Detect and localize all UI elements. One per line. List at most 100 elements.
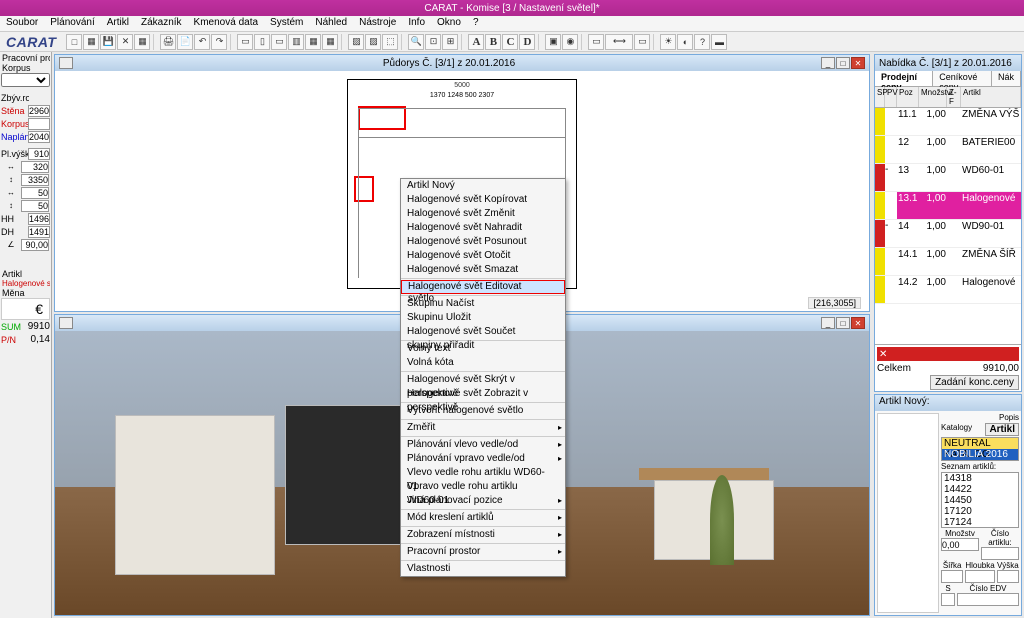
close-icon[interactable]: ✕ [851, 317, 865, 329]
naplan-input[interactable] [28, 131, 50, 143]
menu-kmenova[interactable]: Kmenová data [188, 16, 265, 31]
text-d-btn[interactable]: D [519, 34, 535, 50]
tab-nak[interactable]: Nák [992, 71, 1021, 86]
text-a-btn[interactable]: A [468, 34, 484, 50]
article-code-item[interactable]: 17124 [942, 517, 1018, 528]
arrow-icon[interactable]: ↕ [1, 201, 21, 210]
context-menu-item[interactable]: Plánování vpravo vedle/od [401, 452, 565, 466]
depth-input[interactable] [965, 570, 994, 583]
context-menu-item[interactable]: Vytvořit halogenové světlo [401, 404, 565, 418]
context-menu-item[interactable]: Halogenové svět Posunout [401, 235, 565, 249]
context-menu-item[interactable]: Skupinu Načíst [401, 297, 565, 311]
height-input[interactable] [997, 570, 1019, 583]
menu-nastroje[interactable]: Nástroje [353, 16, 402, 31]
context-menu-item[interactable]: Halogenové svět Smazat [401, 263, 565, 277]
print-icon[interactable]: 🖨 [160, 34, 176, 50]
menu-artikl[interactable]: Artikl [101, 16, 135, 31]
context-menu-item[interactable]: Plánování vlevo vedle/od [401, 438, 565, 452]
maximize-icon[interactable]: □ [836, 317, 850, 329]
context-menu-item[interactable]: Vlastnosti [401, 562, 565, 576]
arrow-icon[interactable]: ↔ [1, 162, 21, 171]
stena-input[interactable] [28, 105, 50, 117]
context-menu-item[interactable]: Jiná plánovací pozice [401, 494, 565, 508]
tool-btn[interactable]: ⊡ [425, 34, 441, 50]
context-menu-item[interactable]: Artikl Nový [401, 179, 565, 193]
article-code-item[interactable]: 14422 [942, 484, 1018, 495]
korpus-select[interactable] [1, 73, 50, 87]
menu-okno[interactable]: Okno [431, 16, 467, 31]
tool-btn[interactable]: ▬ [711, 34, 727, 50]
tool-btn[interactable]: ▨ [365, 34, 381, 50]
context-menu-item[interactable]: Vpravo vedle rohu artiklu WD60-01 [401, 480, 565, 494]
catalog-list[interactable]: NEUTRAL KATALOG NOBILIA 2016 [941, 437, 1019, 461]
context-menu-item[interactable]: Zobrazení místnosti [401, 528, 565, 542]
tool-btn[interactable]: ◉ [562, 34, 578, 50]
context-menu-item[interactable]: Halogenové svět Kopírovat [401, 193, 565, 207]
menu-zakaznik[interactable]: Zákazník [135, 16, 188, 31]
tab-cenikove[interactable]: Ceníkové ceny [933, 71, 992, 86]
dim-input[interactable] [21, 174, 49, 186]
delete-icon[interactable]: ✕ [117, 34, 133, 50]
width-input[interactable] [941, 570, 963, 583]
tool-btn[interactable]: ▣ [545, 34, 561, 50]
menu-info[interactable]: Info [402, 16, 431, 31]
tool-btn[interactable]: ☀ [660, 34, 676, 50]
text-c-btn[interactable]: C [502, 34, 518, 50]
offer-row[interactable]: 11.11,00ZMĚNA VÝŠ [875, 108, 1021, 136]
offer-row[interactable]: 121,00BATERIE00 [875, 136, 1021, 164]
hh-input[interactable] [28, 213, 50, 225]
arrow-icon[interactable]: ↔ [1, 188, 21, 197]
tool-btn[interactable]: □ [66, 34, 82, 50]
dim-input[interactable] [21, 187, 49, 199]
zoom-icon[interactable]: 🔍 [408, 34, 424, 50]
context-menu-item[interactable]: Volná kóta [401, 356, 565, 370]
qty-input[interactable] [941, 538, 979, 551]
tool-btn[interactable]: ▥ [288, 34, 304, 50]
angle-icon[interactable]: ∠ [1, 240, 21, 249]
plvyska-input[interactable] [28, 148, 50, 160]
context-menu-item[interactable]: Mód kreslení artiklů [401, 511, 565, 525]
context-menu-item[interactable]: Halogenové svět Skrýt v perspektivě [401, 373, 565, 387]
tool-btn[interactable]: ▭ [271, 34, 287, 50]
context-menu-item[interactable]: Halogenové svět Otočit [401, 249, 565, 263]
context-menu-item[interactable]: Halogenové svět Editovat světlo [401, 280, 565, 294]
text-b-btn[interactable]: B [485, 34, 501, 50]
menu-soubor[interactable]: Soubor [0, 16, 44, 31]
tool-btn[interactable]: ? [694, 34, 710, 50]
minimize-icon[interactable]: _ [821, 57, 835, 69]
window-icon[interactable] [59, 57, 73, 69]
menu-system[interactable]: Systém [264, 16, 309, 31]
tool-btn[interactable]: ◐ [677, 34, 693, 50]
dh-input[interactable] [28, 226, 50, 238]
menu-nahled[interactable]: Náhled [309, 16, 353, 31]
tab-prodejni[interactable]: Prodejní ceny [875, 71, 933, 86]
context-menu-item[interactable]: Halogenové svět Zobrazit v perspektivě [401, 387, 565, 401]
window-icon[interactable] [59, 317, 73, 329]
tool-btn[interactable]: ▨ [348, 34, 364, 50]
tool-btn[interactable]: ▯ [254, 34, 270, 50]
catalog-item[interactable]: NEUTRAL KATALOG [942, 438, 1018, 449]
korpus2-input[interactable] [28, 118, 50, 130]
s-input[interactable] [941, 593, 955, 606]
tool-btn[interactable]: ▦ [305, 34, 321, 50]
tool-btn[interactable]: ▦ [83, 34, 99, 50]
article-no-input[interactable] [981, 547, 1019, 560]
offer-row[interactable]: 14.11,00ZMĚNA ŠÍŘ [875, 248, 1021, 276]
menu-planovani[interactable]: Plánování [44, 16, 100, 31]
offer-row[interactable]: -131,00WD60-01 [875, 164, 1021, 192]
tool-btn[interactable]: ▦ [134, 34, 150, 50]
article-code-item[interactable]: 14318 [942, 473, 1018, 484]
context-menu-item[interactable]: Volný text [401, 342, 565, 356]
tool-btn[interactable]: ▭ [634, 34, 650, 50]
article-code-item[interactable]: 17120 [942, 506, 1018, 517]
tool-btn[interactable]: 📄 [177, 34, 193, 50]
tool-btn[interactable]: ▭ [237, 34, 253, 50]
angle-input[interactable] [21, 239, 49, 251]
article-list[interactable]: 143181442214450171201712417131 [941, 472, 1019, 528]
context-menu-item[interactable]: Halogenové svět Změnit [401, 207, 565, 221]
dim-input[interactable] [21, 200, 49, 212]
offer-row[interactable]: 14.21,00Halogenové [875, 276, 1021, 304]
arrow-icon[interactable]: ↕ [1, 175, 21, 184]
save-icon[interactable]: 💾 [100, 34, 116, 50]
maximize-icon[interactable]: □ [836, 57, 850, 69]
